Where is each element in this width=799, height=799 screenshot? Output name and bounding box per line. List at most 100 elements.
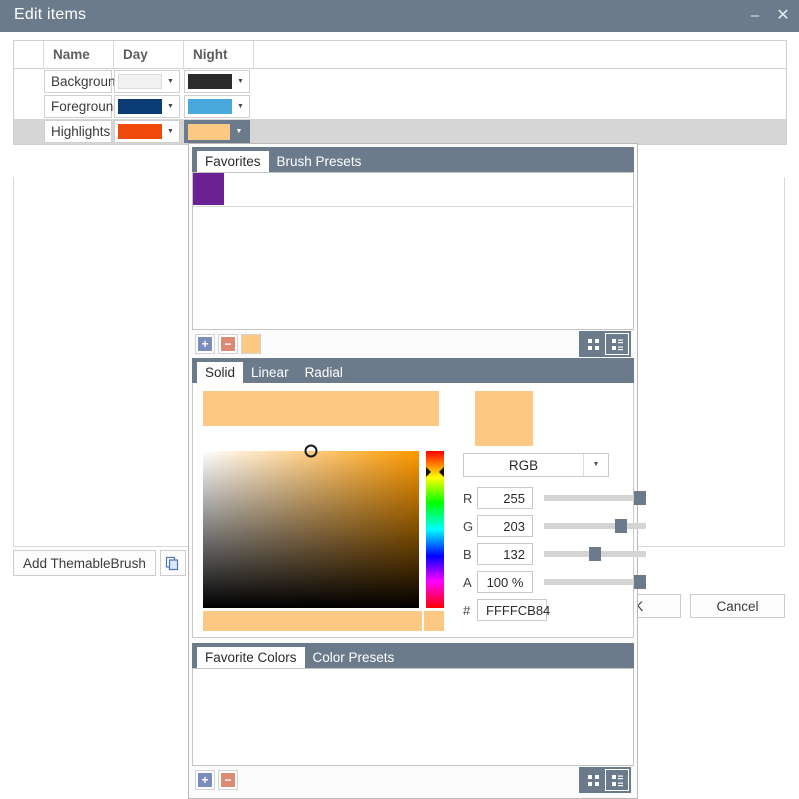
tab-color-presets[interactable]: Color Presets [305,647,403,668]
bottom-preview-chip [424,611,444,631]
channel-slider-r[interactable] [544,487,646,509]
grid-view-icon [586,773,601,788]
day-brush-select[interactable]: ▼ [114,95,180,118]
name-input[interactable]: Foreground [44,95,112,118]
channel-slider-a[interactable] [544,571,646,593]
hue-slider[interactable] [426,451,444,608]
copy-button[interactable] [160,550,186,576]
remove-brush-button[interactable]: − [218,334,238,354]
color-preview-square [475,391,533,446]
tab-solid[interactable]: Solid [197,362,243,383]
table-header-day: Day [114,41,184,68]
slider-thumb[interactable] [589,547,601,561]
brush-editor-popup: Favorites Brush Presets + − [188,143,638,799]
favorite-brush-swatch[interactable] [193,173,224,205]
sv-picker-marker[interactable] [305,445,318,458]
color-mode-value: RGB [464,458,583,473]
chevron-down-icon: ▼ [162,70,179,93]
brush-type-tabstrip: Solid Linear Radial [192,358,634,383]
table-header-filler [254,41,786,68]
color-presets-tabstrip: Favorite Colors Color Presets [192,643,634,668]
row-filler-cell [254,94,786,119]
hex-input[interactable]: FFFFCB84 [477,599,547,621]
channel-label-r: R [463,491,477,506]
channel-slider-g[interactable] [544,515,646,537]
minus-icon: − [221,773,235,787]
channel-input-a[interactable]: 100 % [477,571,533,593]
cancel-button[interactable]: Cancel [690,594,785,618]
table-row[interactable]: Foreground ▼ ▼ [14,94,786,119]
items-toolbar: Add ThemableBrush [13,550,216,576]
hex-label: # [463,603,477,618]
tab-radial[interactable]: Radial [297,362,351,383]
row-night-cell: ▼ [184,94,254,119]
window-titlebar: Edit items – ✕ [0,0,799,32]
channel-input-b[interactable]: 132 [477,543,533,565]
bottom-preview-row [203,611,444,631]
day-brush-select[interactable]: ▼ [114,120,180,143]
row-selector[interactable] [14,94,44,119]
channel-slider-b[interactable] [544,543,646,565]
add-themable-brush-button[interactable]: Add ThemableBrush [13,550,156,576]
slider-track [544,495,646,501]
name-input[interactable]: Background [44,70,112,93]
list-view-icon [610,337,625,352]
favorite-brushes-list[interactable] [192,172,634,330]
night-brush-select[interactable]: ▼ [184,120,250,143]
row-selector[interactable] [14,119,44,144]
brush-grid-view-button[interactable] [581,333,605,355]
night-color-swatch [188,74,232,89]
row-day-cell: ▼ [114,69,184,94]
slider-thumb[interactable] [634,491,646,505]
name-input[interactable]: Highlights [44,120,112,143]
current-brush-button[interactable] [241,334,261,354]
slider-track [544,579,646,585]
saturation-value-area[interactable] [203,451,419,608]
day-brush-select[interactable]: ▼ [114,70,180,93]
list-view-icon [610,773,625,788]
row-name-cell: Foreground [44,94,114,119]
color-list-view-button[interactable] [605,769,629,791]
table-header-row: Name Day Night [14,41,786,69]
tab-favorite-colors[interactable]: Favorite Colors [197,647,305,668]
brush-presets-toolbar: + − [192,330,634,358]
brush-presets-tabstrip: Favorites Brush Presets [192,147,634,172]
night-brush-select[interactable]: ▼ [184,70,250,93]
row-filler-cell [254,119,786,144]
channel-input-r[interactable]: 255 [477,487,533,509]
grid-view-icon [586,337,601,352]
bottom-preview-bar [203,611,422,631]
table-row[interactable]: Background ▼ ▼ [14,69,786,94]
row-name-cell: Background [44,69,114,94]
tab-brush-presets[interactable]: Brush Presets [269,151,370,172]
channel-row-hex: # FFFFCB84 [463,598,646,622]
day-color-swatch [118,99,162,114]
row-name-cell: Highlights [44,119,114,144]
favorite-colors-list[interactable] [192,668,634,766]
color-view-mode-group [579,767,631,793]
brush-list-view-button[interactable] [605,333,629,355]
channel-input-g[interactable]: 203 [477,515,533,537]
add-brush-button[interactable]: + [195,334,215,354]
tab-favorites[interactable]: Favorites [197,151,269,172]
row-selector[interactable] [14,69,44,94]
color-preview-bar [203,391,439,426]
channel-row-g: G 203 [463,514,646,538]
current-brush-swatch [242,335,260,353]
tab-linear[interactable]: Linear [243,362,297,383]
minimize-button[interactable]: – [741,0,769,32]
slider-thumb[interactable] [634,575,646,589]
night-color-swatch [188,99,232,114]
remove-color-button[interactable]: − [218,770,238,790]
close-button[interactable]: ✕ [769,0,797,32]
slider-thumb[interactable] [615,519,627,533]
brush-view-mode-group [579,331,631,357]
color-mode-select[interactable]: RGB ▼ [463,453,609,477]
brush-presets-section: Favorites Brush Presets + − [189,144,637,358]
list-item[interactable] [193,173,633,207]
table-row[interactable]: Highlights ▼ ▼ [14,119,786,144]
night-brush-select[interactable]: ▼ [184,95,250,118]
color-grid-view-button[interactable] [581,769,605,791]
add-color-button[interactable]: + [195,770,215,790]
table-header-name: Name [44,41,114,68]
